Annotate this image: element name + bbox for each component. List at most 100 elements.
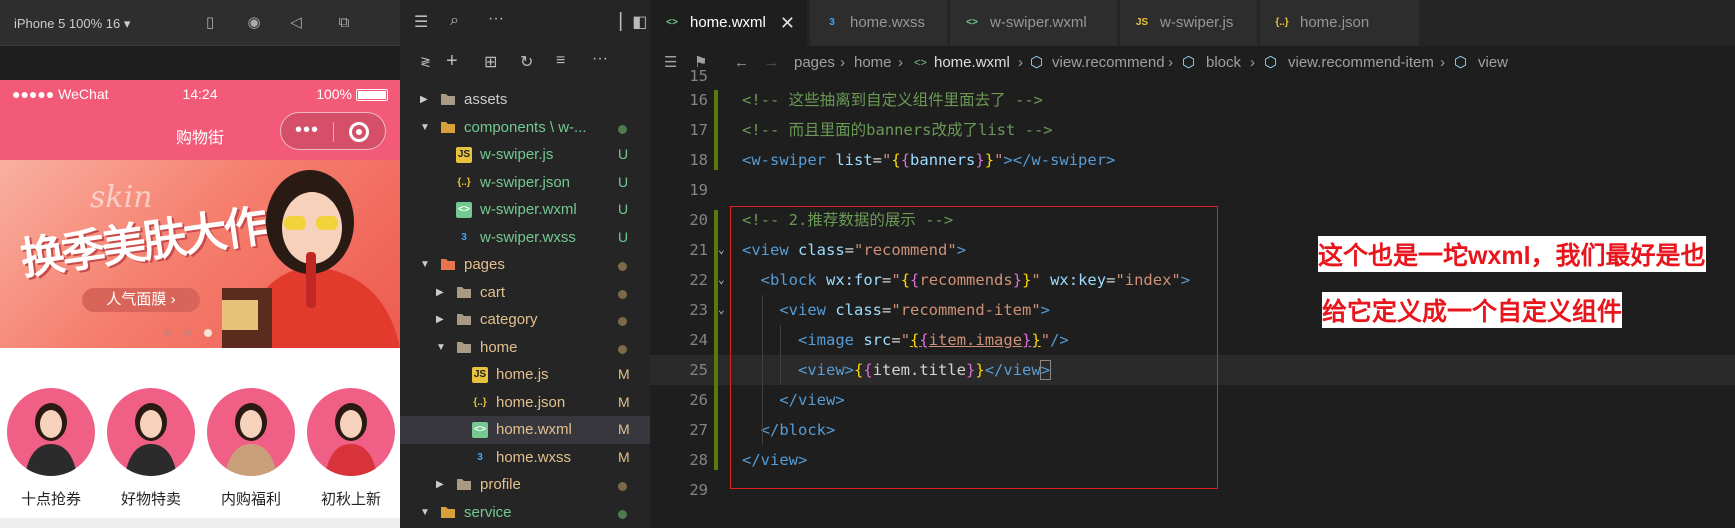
tree-item-label: home.js (496, 366, 549, 383)
banner-pill[interactable]: 人气面膜 › (82, 288, 200, 312)
list-icon[interactable]: ☰ (414, 12, 428, 32)
annotation-box (730, 206, 1218, 489)
chevron-right-icon[interactable]: ▶ (436, 306, 444, 334)
tree-item-label: profile (480, 476, 521, 493)
folder-row[interactable]: ▶ cart (400, 279, 650, 307)
collapse-icon[interactable]: ≷ (420, 54, 431, 70)
file-row[interactable]: 3 home.wxss M (400, 444, 650, 472)
new-file-icon[interactable]: + (446, 50, 458, 73)
recommend-label: 好物特卖 (120, 491, 181, 508)
line-number: 22 (689, 271, 708, 289)
tab-home-json[interactable]: {..} home.json (1260, 0, 1420, 46)
line-number: 25 (689, 361, 708, 379)
chevron-right-icon[interactable]: ▶ (420, 86, 428, 114)
chevron-down-icon[interactable]: ▼ (420, 251, 430, 279)
file-row[interactable]: {..} home.json M (400, 389, 650, 417)
git-status-dot (618, 509, 627, 519)
more-icon[interactable]: ··· (592, 50, 608, 68)
wxss-file-icon: 3 (477, 451, 483, 463)
tree-item-label: service (464, 503, 512, 521)
battery-icon (356, 89, 388, 102)
simulator-panel: iPhone 5 100% 16 ▾ ▯ ◉ ◁ ⧉ ●●●●● WeChat … (0, 0, 400, 528)
split-panel-icon[interactable]: ▏◧ (620, 12, 647, 32)
line-number: 28 (689, 451, 708, 469)
file-tree: ▶ assets ▼ components \ w-... JS w-swiper.js U… (400, 86, 650, 526)
tab-w-swiper-js[interactable]: JS w-swiper.js (1120, 0, 1258, 46)
swiper-banner[interactable]: skin 换季美肤大作战 人气面膜 › (0, 160, 400, 348)
tab-w-swiper-wxml[interactable]: <> w-swiper.wxml (950, 0, 1118, 46)
fold-chevron-icon[interactable]: ⌄ (718, 235, 725, 265)
folder-row[interactable]: ▶ assets (400, 86, 650, 114)
file-row[interactable]: JS home.js M (400, 361, 650, 389)
line-number: 29 (689, 481, 708, 499)
git-change-bar (714, 210, 718, 470)
recommend-avatar (207, 388, 295, 476)
recommend-item[interactable]: 十点抢券 (6, 388, 96, 509)
refresh-icon[interactable]: ↻ (520, 52, 533, 72)
chevron-down-icon[interactable]: ▼ (420, 499, 430, 527)
git-change-bar (714, 90, 718, 170)
recommend-avatar (307, 388, 395, 476)
tree-item-label: home.wxml (496, 421, 572, 438)
search-icon[interactable]: ⌕ (450, 12, 459, 30)
file-row[interactable]: <> home.wxml M (400, 416, 650, 444)
folder-row[interactable]: ▼ service (400, 499, 650, 527)
git-status-badge: U (618, 173, 629, 190)
folder-row[interactable]: ▶ category (400, 306, 650, 334)
tree-item-label: home.json (496, 393, 566, 411)
nav-bar: ●●●●● WeChat 14:24 100% 购物街 ••• (0, 80, 400, 160)
annotation-text: 这个也是一坨wxml，我们最好是也 (1318, 236, 1706, 272)
code-line: <w-swiper list="{{banners}}"></w-swiper> (742, 151, 1116, 169)
wxml-file-icon: <> (666, 17, 678, 28)
folder-row[interactable]: ▼ components \ w-... (400, 114, 650, 142)
phone-footer-divider (0, 518, 400, 528)
chevron-right-icon[interactable]: ▶ (436, 471, 444, 499)
more-icon[interactable]: ··· (488, 10, 504, 28)
tab-label: home.json (1300, 14, 1370, 31)
recommend-avatar (107, 388, 195, 476)
device-selector[interactable]: iPhone 5 100% 16 ▾ (14, 16, 130, 32)
more-icon[interactable]: ••• (295, 119, 319, 142)
close-icon[interactable]: ✕ (780, 0, 795, 46)
code-line: <!-- 这些抽离到自定义组件里面去了 --> (742, 91, 1043, 109)
recommend-item[interactable]: 内购福利 (206, 388, 296, 509)
json-file-icon: {..} (473, 396, 487, 408)
line-number: 16 (689, 91, 708, 109)
recommend-item[interactable]: 好物特卖 (106, 388, 196, 509)
file-row[interactable]: {..} w-swiper.json U (400, 169, 650, 197)
file-row[interactable]: JS w-swiper.js U (400, 141, 650, 169)
wxss-file-icon: 3 (829, 17, 835, 28)
phone-icon[interactable]: ▯ (200, 13, 220, 33)
line-number: 19 (689, 181, 708, 199)
fold-chevron-icon[interactable]: ⌄ (718, 265, 725, 295)
folder-row[interactable]: ▼ pages (400, 251, 650, 279)
chevron-down-icon[interactable]: ▼ (436, 334, 446, 362)
fold-chevron-icon[interactable]: ⌄ (718, 295, 725, 325)
explorer-activity-bar: ☰ ⌕ ··· ▏◧ (400, 0, 650, 46)
close-mini-program-icon[interactable] (349, 122, 369, 142)
tab-home-wxml[interactable]: <> home.wxml ✕ (650, 0, 808, 46)
recommend-item[interactable]: 初秋上新 (306, 388, 396, 509)
volume-icon[interactable]: ◁ (286, 13, 306, 33)
git-status-dot (618, 262, 627, 271)
menu-capsule[interactable]: ••• (280, 112, 386, 150)
folder-icon (456, 340, 472, 356)
line-number: 18 (689, 151, 708, 169)
sort-icon[interactable]: ≡ (556, 52, 565, 70)
tab-label: w-swiper.js (1160, 14, 1234, 31)
annotation-text: 给它定义成一个自定义组件 (1322, 292, 1623, 328)
chevron-down-icon[interactable]: ▼ (420, 114, 430, 142)
tab-home-wxss[interactable]: 3 home.wxss (810, 0, 948, 46)
file-row[interactable]: 3 w-swiper.wxss U (400, 224, 650, 252)
recommend-label: 初秋上新 (320, 491, 381, 508)
folder-icon (456, 312, 472, 328)
line-number: 20 (689, 211, 708, 229)
folder-row[interactable]: ▼ home (400, 334, 650, 362)
new-folder-icon[interactable]: ⊞ (484, 52, 497, 72)
file-row[interactable]: <> w-swiper.wxml U (400, 196, 650, 224)
folder-row[interactable]: ▶ profile (400, 471, 650, 499)
folder-icon (440, 257, 456, 273)
window-icon[interactable]: ⧉ (334, 13, 354, 33)
record-icon[interactable]: ◉ (244, 13, 264, 33)
chevron-right-icon[interactable]: ▶ (436, 279, 444, 307)
